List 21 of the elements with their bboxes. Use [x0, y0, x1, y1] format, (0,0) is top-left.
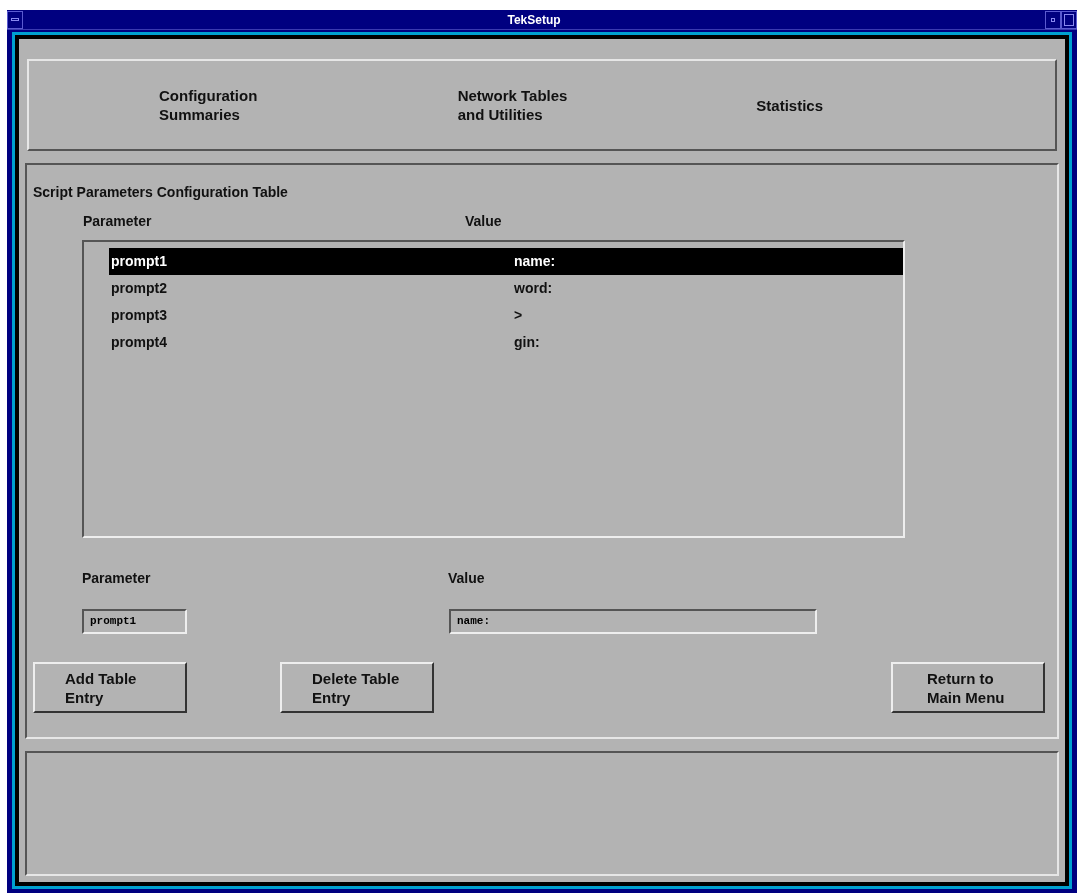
field-label: Value: [448, 569, 485, 588]
column-header: Parameter: [83, 212, 153, 231]
column-header: Value: [465, 212, 502, 231]
window-title: TekSetup: [506, 11, 562, 29]
list-row[interactable]: prompt1 name:: [109, 248, 903, 275]
nav-button[interactable]: Configuration Summaries: [159, 86, 258, 124]
minimize-button[interactable]: [1045, 10, 1061, 29]
list-row[interactable]: prompt4 gin:: [109, 329, 903, 356]
nav-button[interactable]: Network Tables and Utilities: [457, 86, 568, 124]
window-menu-button[interactable]: [7, 10, 23, 29]
list-row[interactable]: prompt2 word:: [109, 275, 903, 302]
parameter-field[interactable]: prompt1: [82, 609, 187, 634]
action-button[interactable]: Return to Main Menu: [891, 662, 1045, 713]
action-button[interactable]: Add Table Entry: [33, 662, 187, 713]
panel-title: Script Parameters Configuration Table: [33, 183, 289, 202]
value-field[interactable]: name:: [449, 609, 817, 634]
nav-button[interactable]: Statistics: [756, 95, 824, 115]
field-label: Parameter: [82, 569, 152, 588]
action-button[interactable]: Delete Table Entry: [280, 662, 434, 713]
maximize-button[interactable]: [1061, 10, 1077, 29]
list-row[interactable]: prompt3 >: [109, 302, 903, 329]
